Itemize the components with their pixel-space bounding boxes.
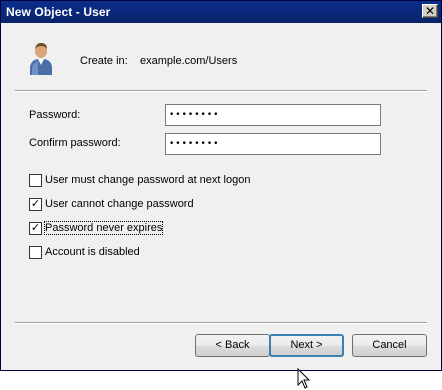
create-in-label: Create in:: [80, 55, 128, 67]
checkbox-account-disabled[interactable]: [29, 246, 42, 259]
password-label: Password:: [29, 109, 81, 121]
checkbox-password-never-expires[interactable]: ✓: [29, 222, 42, 235]
mouse-pointer-icon: [297, 368, 311, 389]
checkbox-cannot-change-password[interactable]: ✓: [29, 198, 42, 211]
checkbox-must-change-password[interactable]: [29, 174, 42, 187]
new-object-user-dialog: New Object - User ✕ Create in: example.c…: [0, 0, 442, 389]
close-button[interactable]: ✕: [422, 4, 438, 18]
separator-top: [15, 90, 427, 92]
title-bar[interactable]: New Object - User ✕: [1, 1, 441, 23]
window-title: New Object - User: [6, 5, 111, 19]
option-label[interactable]: User cannot change password: [45, 198, 194, 210]
create-in-path: example.com/Users: [140, 55, 238, 67]
option-label[interactable]: Account is disabled: [45, 246, 140, 258]
confirm-password-field[interactable]: [165, 133, 381, 155]
confirm-password-label: Confirm password:: [29, 137, 121, 149]
option-label[interactable]: Password never expires: [43, 221, 164, 235]
dialog-body: Create in: example.com/Users Password: C…: [1, 23, 441, 389]
option-label[interactable]: User must change password at next logon: [45, 174, 250, 186]
next-button[interactable]: Next >: [269, 334, 344, 357]
close-icon: ✕: [424, 4, 436, 18]
cancel-button[interactable]: Cancel: [352, 334, 427, 357]
user-icon: [30, 43, 52, 75]
password-field[interactable]: [165, 104, 381, 126]
back-button[interactable]: < Back: [195, 334, 270, 357]
separator-bottom: [15, 322, 427, 324]
